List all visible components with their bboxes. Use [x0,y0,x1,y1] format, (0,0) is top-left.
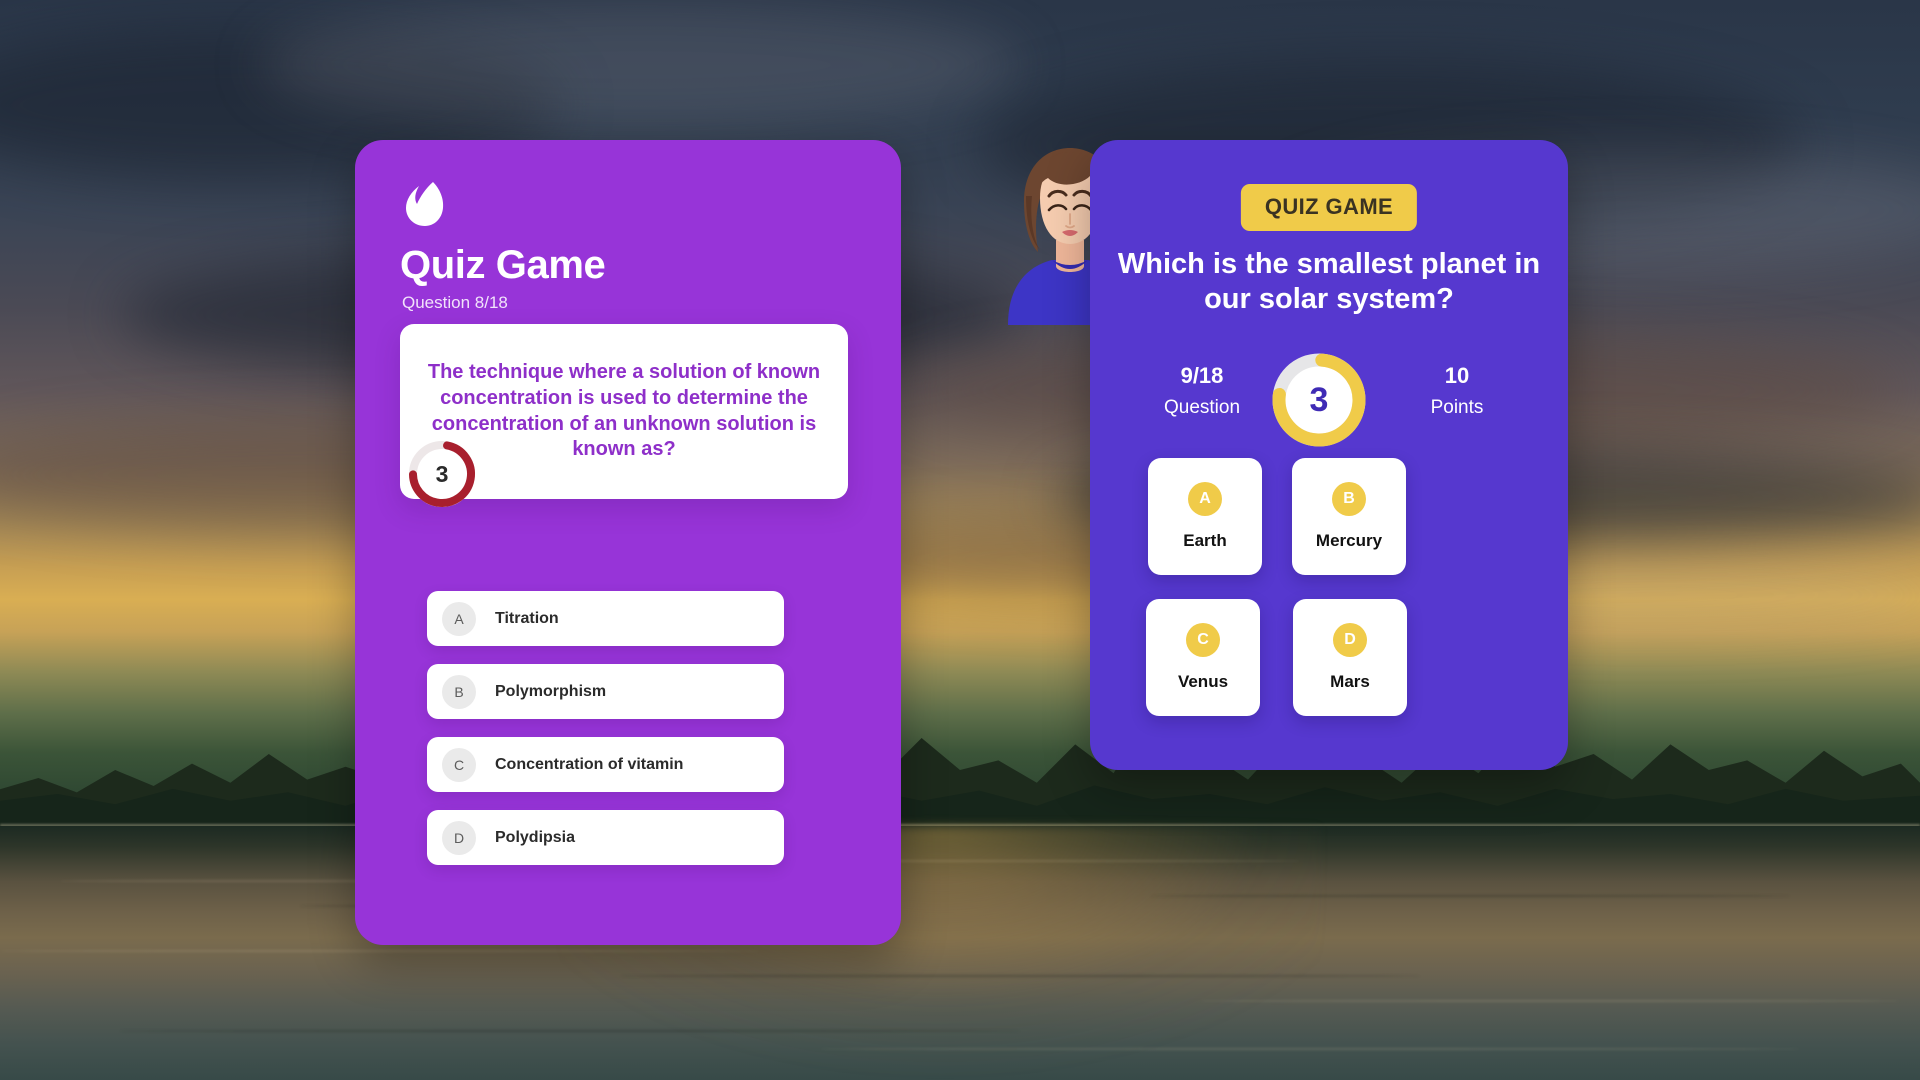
option-badge-b: B [1332,482,1366,516]
option-label-b: Mercury [1315,531,1383,550]
points-label: Points [1430,396,1484,418]
answer-option-b[interactable]: B Polymorphism [427,664,784,719]
question-progress-label: Question 8/18 [402,293,508,312]
background-scene [0,0,1920,1080]
points-stat: 10 Points [1397,362,1517,419]
stats-row: 9/18 Question 3 10 Points [1090,350,1568,450]
quiz-game-badge: QUIZ GAME [1240,184,1418,231]
option-card-d[interactable]: D Mars [1293,599,1407,716]
question-text: The technique where a solution of known … [427,361,821,461]
cloud-shape [260,0,1020,130]
points-value: 10 [1444,363,1470,388]
answer-badge-d: D [442,820,476,855]
countdown-timer-right: 3 [1269,350,1369,450]
water-ripple [120,1030,1020,1032]
answer-label-a: Titration [495,609,559,627]
question-counter-value: 9/18 [1180,363,1224,388]
answer-option-a[interactable]: A Titration [427,591,784,646]
countdown-timer-left: 3 [406,438,478,510]
water-ripple [620,975,1420,977]
right-quiz-panel: QUIZ GAME Which is the smallest planet i… [1090,140,1568,770]
question-counter-stat: 9/18 Question [1142,362,1262,419]
water-ripple [820,1048,1800,1050]
answer-label-c: Concentration of vitamin [495,755,684,773]
water-ripple [1150,895,1790,897]
leaf-droplet-icon [403,180,445,228]
right-question-text: Which is the smallest planet in our sola… [1117,248,1541,315]
answer-badge-b: B [442,674,476,709]
option-label-a: Earth [1183,531,1227,550]
option-badge-c: C [1186,623,1220,657]
answer-label-b: Polymorphism [495,682,607,700]
timer-value-right: 3 [1309,380,1329,419]
answer-option-d[interactable]: D Polydipsia [427,810,784,865]
water-ripple [1200,1000,1900,1002]
option-label-d: Mars [1330,672,1370,691]
timer-value-left: 3 [435,460,449,487]
option-badge-a: A [1188,482,1222,516]
answer-label-d: Polydipsia [495,828,576,846]
option-label-c: Venus [1177,672,1229,691]
page-title: Quiz Game [400,243,606,287]
water-ripple [0,950,760,952]
answer-badge-c: C [442,747,476,782]
option-badge-d: D [1333,623,1367,657]
option-card-c[interactable]: C Venus [1146,599,1260,716]
answer-option-c[interactable]: C Concentration of vitamin [427,737,784,792]
option-card-b[interactable]: B Mercury [1292,458,1406,575]
option-card-a[interactable]: A Earth [1148,458,1262,575]
answer-badge-a: A [442,601,476,636]
left-quiz-panel: Quiz Game Question 8/18 The technique wh… [355,140,1132,945]
option-card-grid: A Earth B Mercury C Venus D Mars [1146,458,1518,716]
question-counter-label: Question [1163,396,1241,418]
